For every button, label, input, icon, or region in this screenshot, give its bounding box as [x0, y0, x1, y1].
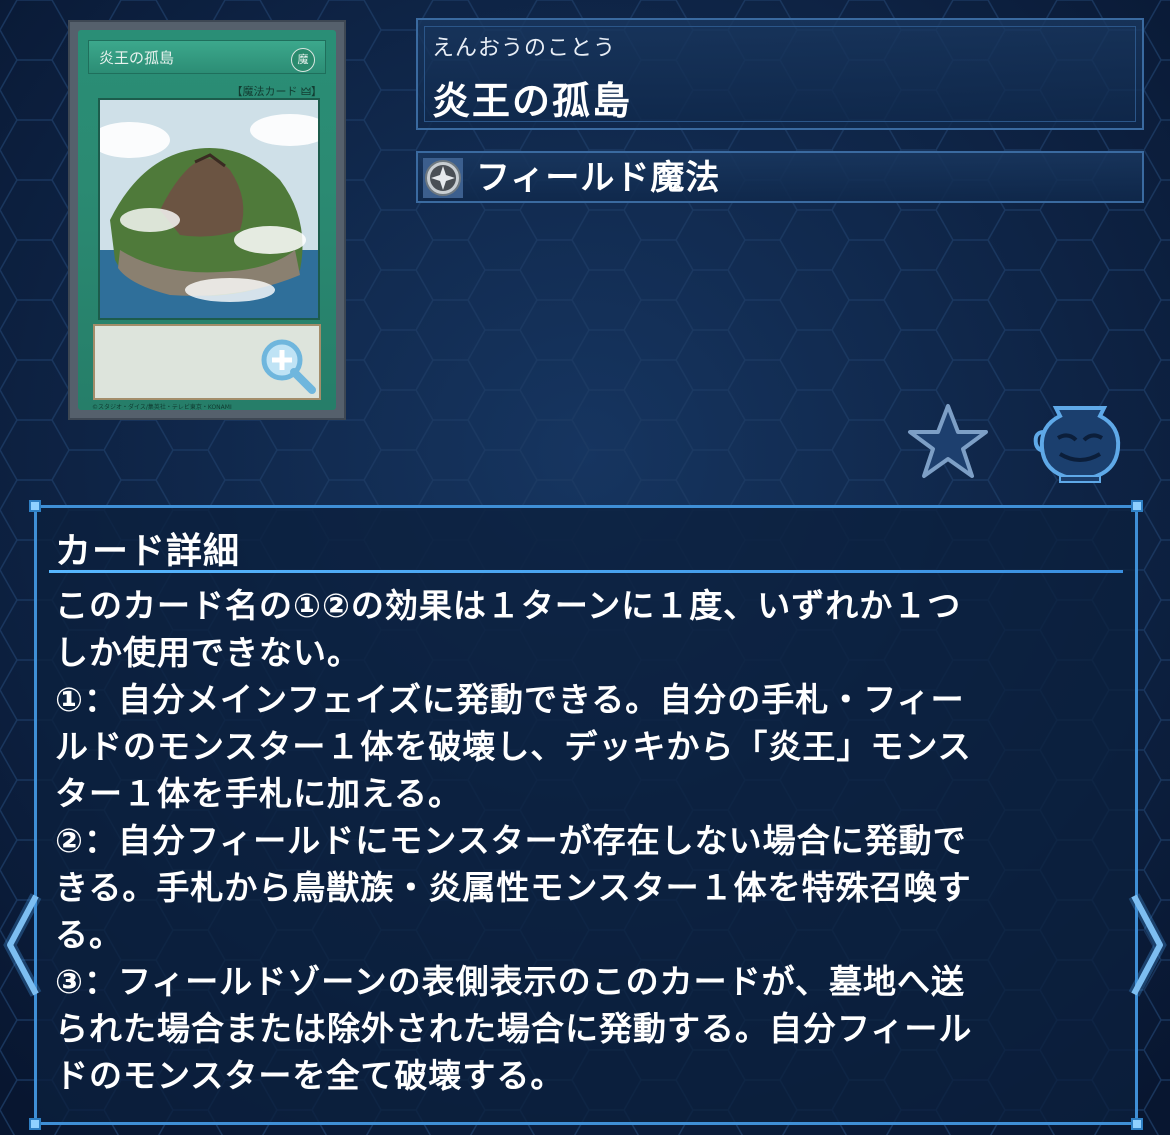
card-art-name: 炎王の孤島 魔	[88, 40, 326, 74]
card-effect-text: このカード名の①②の効果は１ターンに１度、いずれか１つ しか使用できない。 ①：…	[55, 586, 973, 1095]
card-art-name-text: 炎王の孤島	[99, 49, 175, 67]
panel-corner	[29, 500, 41, 512]
detail-divider	[49, 570, 1123, 573]
zoom-in-icon[interactable]	[256, 334, 320, 398]
island-artwork-icon	[100, 100, 318, 318]
card-type-row: フィールド魔法	[416, 151, 1144, 203]
detail-title: カード詳細	[55, 531, 241, 572]
card-name-reading: えんおうのことう	[432, 36, 617, 61]
card-copyright: ©スタジオ・ダイス/集英社・テレビ東京・KONAMI	[92, 404, 232, 411]
card-type-label: フィールド魔法	[476, 158, 721, 198]
field-spell-icon	[423, 158, 463, 198]
chevron-right-icon[interactable]	[1126, 890, 1168, 1000]
panel-corner	[1131, 1118, 1143, 1130]
card-name: 炎王の孤島	[432, 79, 633, 123]
pot-of-greed-icon[interactable]	[1030, 402, 1126, 484]
card-detail-panel: カード詳細 このカード名の①②の効果は１ターンに１度、いずれか１つ しか使用でき…	[29, 500, 1143, 1130]
panel-corner	[1131, 500, 1143, 512]
chevron-left-icon[interactable]	[2, 890, 44, 1000]
card-attribute-icon: 魔	[291, 48, 315, 72]
star-icon[interactable]	[906, 402, 990, 480]
card-name-header: えんおうのことう 炎王の孤島	[416, 18, 1144, 130]
panel-corner	[29, 1118, 41, 1130]
card-artwork	[98, 98, 320, 320]
card-image[interactable]: 炎王の孤島 魔 【魔法カード 🜲】 ©スタジオ・ダイス/集英社・テレビ東京・KO…	[70, 22, 344, 418]
